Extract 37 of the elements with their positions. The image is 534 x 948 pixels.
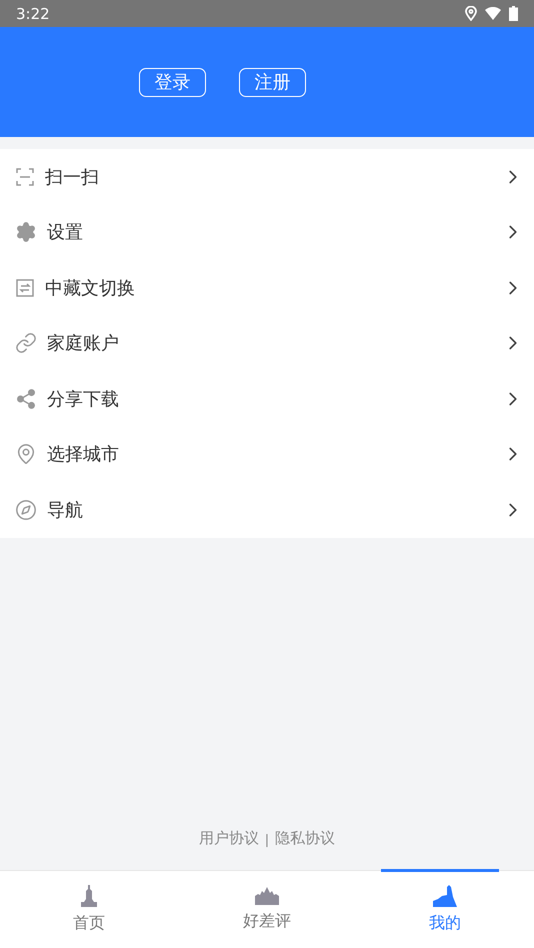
battery-icon [509,6,518,21]
scan-icon [15,166,35,187]
menu-item[interactable]: 中藏文切换 [0,260,534,316]
nav-tab[interactable]: 好差评 [178,871,356,948]
share-icon [15,388,37,410]
location-icon [465,6,477,21]
wifi-icon [485,7,501,20]
status-time: 3:22 [16,4,50,22]
tab-label: 好差评 [243,911,291,932]
menu-label: 分享下载 [47,388,120,411]
link-icon [15,332,37,354]
location-icon [15,443,37,466]
menu-item[interactable]: 分享下载 [0,371,534,426]
mountain-icon [433,885,457,907]
settings-icon [15,221,37,244]
tab-label: 首页 [73,913,105,934]
separator: | [264,833,270,848]
menu-item[interactable]: 选择城市 [0,426,534,482]
menu-label: 扫一扫 [45,166,100,189]
menu-label: 导航 [47,498,84,522]
menu-label: 设置 [47,221,84,244]
tab-label: 我的 [429,913,461,934]
menu-item[interactable]: 家庭账户 [0,316,534,371]
menu-label: 中藏文切换 [45,276,136,300]
menu-label: 选择城市 [47,443,120,466]
menu-item[interactable]: 导航 [0,482,534,538]
nav-tab[interactable]: 我的 [356,871,534,948]
pagoda-icon [80,885,98,907]
nav-tab[interactable]: 首页 [0,871,178,948]
menu-label: 家庭账户 [47,332,120,356]
register-button[interactable]: 注册 [239,68,306,96]
temple-icon [255,887,279,905]
login-button[interactable]: 登录 [139,68,206,96]
compass-icon [15,498,37,521]
switch-icon [15,278,35,298]
menu-item[interactable]: 设置 [0,204,534,260]
menu-item[interactable]: 扫一扫 [0,149,534,204]
